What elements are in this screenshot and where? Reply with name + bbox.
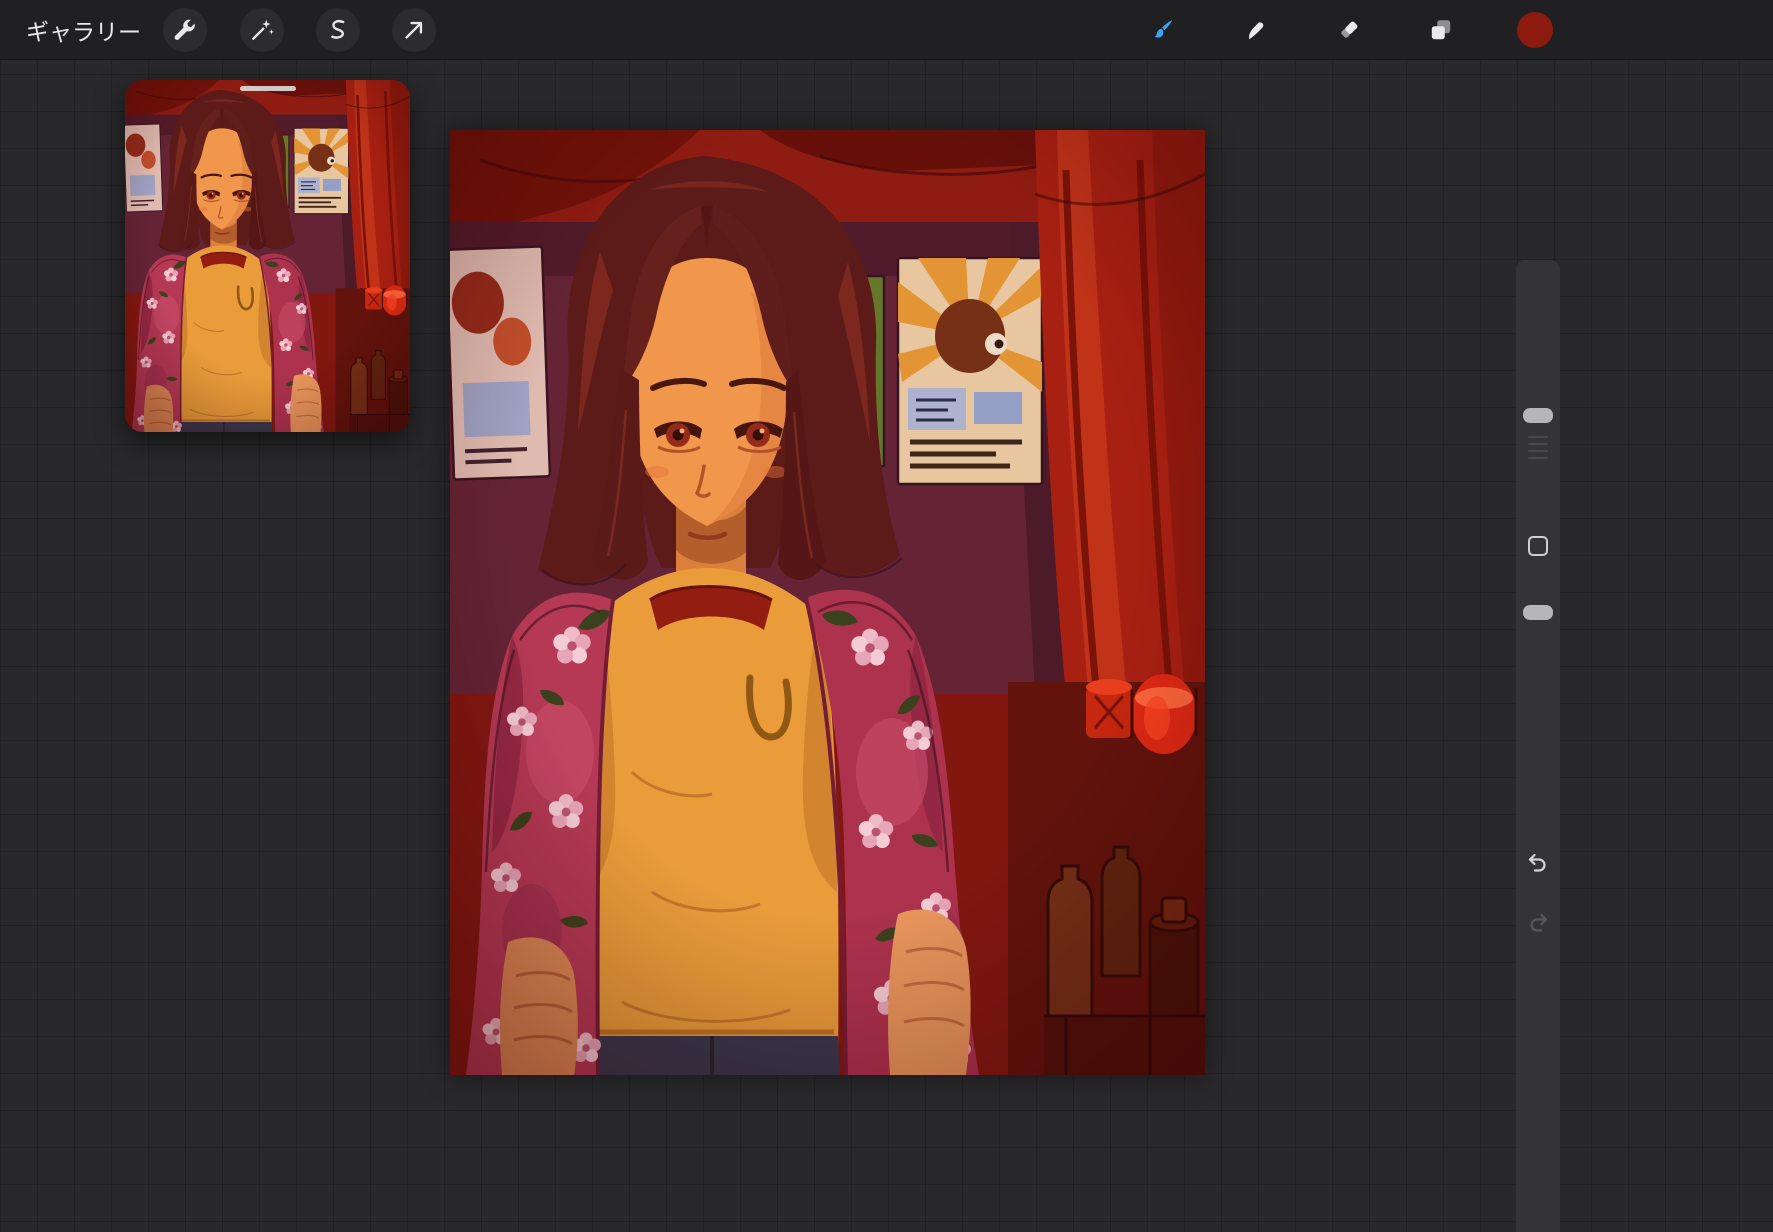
- color-swatch: [1517, 12, 1553, 48]
- selection-button[interactable]: [316, 8, 360, 52]
- actions-button[interactable]: [163, 8, 207, 52]
- canvas[interactable]: [450, 130, 1205, 1075]
- artwork-illustration: [450, 130, 1205, 1075]
- erase-tool-button[interactable]: [1327, 8, 1371, 52]
- transform-arrow-icon: [405, 21, 423, 39]
- slider-tick-marks: [1528, 436, 1548, 464]
- smudge-icon: [1249, 22, 1264, 40]
- reference-drag-handle[interactable]: [239, 86, 296, 91]
- reference-window[interactable]: [125, 80, 410, 432]
- wrench-icon: [174, 19, 195, 40]
- brush-size-slider-handle[interactable]: [1523, 408, 1553, 423]
- smudge-tool-button[interactable]: [1234, 8, 1278, 52]
- undo-button[interactable]: [1526, 850, 1550, 874]
- redo-icon: [1530, 913, 1548, 932]
- brush-sidebar[interactable]: [1516, 260, 1560, 1232]
- redo-button[interactable]: [1526, 910, 1550, 934]
- adjustments-button[interactable]: [240, 8, 284, 52]
- color-button[interactable]: [1513, 8, 1557, 52]
- opacity-slider-handle[interactable]: [1523, 605, 1553, 620]
- eraser-icon: [1341, 21, 1358, 38]
- gallery-button-label: ギャラリー: [26, 19, 141, 45]
- gallery-button[interactable]: ギャラリー: [26, 0, 141, 60]
- layers-button[interactable]: [1419, 8, 1463, 52]
- modify-button[interactable]: [1528, 536, 1548, 556]
- selection-s-icon: [331, 19, 345, 39]
- procreate-workspace: { "topbar": { "gallery_label": "ギャラリー", …: [0, 0, 1773, 1232]
- paint-tool-button[interactable]: [1141, 8, 1185, 52]
- layers-icon: [1431, 20, 1451, 40]
- reference-artwork-preview: [125, 80, 410, 432]
- transform-button[interactable]: [392, 8, 436, 52]
- magic-wand-icon: [252, 19, 275, 40]
- paint-brush-icon: [1154, 20, 1172, 38]
- undo-icon: [1528, 853, 1546, 872]
- top-toolbar: ギャラリー: [0, 0, 1773, 60]
